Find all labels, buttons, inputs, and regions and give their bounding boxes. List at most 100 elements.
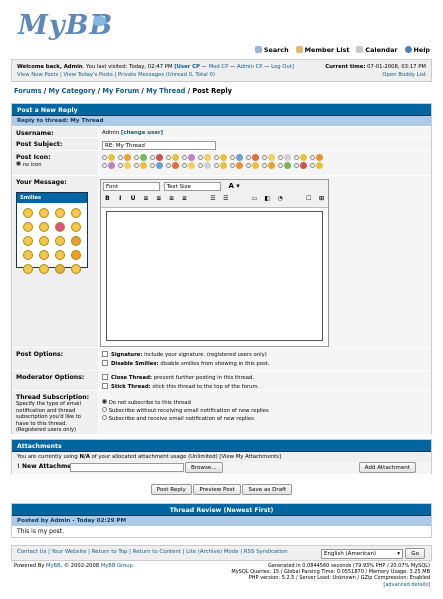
post-icon-radio[interactable] (182, 163, 187, 168)
save-draft-button[interactable]: Save as Draft (242, 484, 293, 495)
format-button[interactable]: U (129, 195, 138, 202)
smiley-icon[interactable] (71, 236, 81, 246)
crumb-thread[interactable]: My Thread (146, 87, 185, 95)
post-icon-radio[interactable] (278, 163, 283, 168)
member-list-link[interactable]: Member List (295, 46, 349, 54)
post-icon-radio[interactable] (294, 155, 299, 160)
smiley-icon[interactable] (23, 208, 33, 218)
post-icon-radio[interactable] (262, 155, 267, 160)
search-link[interactable]: Search (254, 46, 289, 54)
post-icon-radio[interactable] (246, 155, 251, 160)
smiley-icon[interactable] (23, 264, 33, 274)
format-button[interactable]: ☐ (304, 195, 313, 202)
smiley-icon[interactable] (55, 222, 65, 232)
smiley-icon[interactable] (71, 222, 81, 232)
footer-links[interactable]: Contact Us | Your Website | Return to To… (17, 549, 288, 555)
subscribe-no-email-radio[interactable] (102, 407, 107, 412)
format-button[interactable]: ≡ (180, 195, 189, 202)
admin-cp-link[interactable]: Admin CP (237, 64, 262, 70)
browse-button[interactable]: Browse... (185, 462, 223, 473)
post-reply-button[interactable]: Post Reply (150, 484, 192, 495)
no-subscribe-radio[interactable] (102, 399, 107, 404)
no-icon-radio[interactable] (16, 161, 21, 166)
post-icon-radio[interactable] (134, 155, 139, 160)
smiley-icon[interactable] (39, 264, 49, 274)
format-button[interactable]: ≡ (167, 195, 176, 202)
smiley-icon[interactable] (23, 222, 33, 232)
font-select[interactable]: Font (103, 182, 160, 191)
stick-thread-checkbox[interactable] (102, 383, 108, 389)
language-select[interactable]: English (American) ▾ (321, 549, 403, 559)
format-button[interactable]: ◧ (263, 195, 272, 202)
format-button[interactable]: ☰ (209, 195, 218, 202)
format-button[interactable]: ≡ (141, 195, 150, 202)
change-user-link[interactable]: [change user] (121, 130, 163, 136)
smiley-icon[interactable] (39, 208, 49, 218)
post-icon-radio[interactable] (278, 155, 283, 160)
post-icon-options[interactable] (99, 151, 431, 175)
format-button[interactable]: B (103, 195, 112, 202)
smiley-icon[interactable] (71, 208, 81, 218)
subject-input[interactable]: RE: My Thread (102, 141, 216, 150)
post-icon-radio[interactable] (150, 155, 155, 160)
post-icon-radio[interactable] (246, 163, 251, 168)
post-icon-radio[interactable] (310, 163, 315, 168)
post-icon-radio[interactable] (230, 163, 235, 168)
mod-cp-link[interactable]: Mod CP (209, 64, 229, 70)
post-icon-radio[interactable] (294, 163, 299, 168)
post-icon-radio[interactable] (214, 163, 219, 168)
signature-checkbox[interactable] (102, 351, 108, 357)
post-icon-radio[interactable] (198, 163, 203, 168)
mybb-group-link[interactable]: MyBB Group (101, 563, 133, 569)
text-color-icon[interactable]: A ▾ (228, 182, 239, 190)
format-button[interactable]: I (116, 195, 125, 202)
post-icon-radio[interactable] (150, 163, 155, 168)
disable-smilies-checkbox[interactable] (102, 360, 108, 366)
post-icon-radio[interactable] (102, 163, 107, 168)
smiley-icon[interactable] (39, 250, 49, 260)
post-icon-radio[interactable] (310, 155, 315, 160)
format-button[interactable]: ⊞ (317, 195, 326, 202)
format-button[interactable]: ◔ (276, 195, 285, 202)
post-icon-radio[interactable] (182, 155, 187, 160)
format-button[interactable]: ≡ (154, 195, 163, 202)
preview-post-button[interactable]: Preview Post (193, 484, 241, 495)
post-icon-radio[interactable] (118, 163, 123, 168)
smiley-icon[interactable] (39, 222, 49, 232)
attachment-file-input[interactable] (70, 463, 184, 472)
smiley-icon[interactable] (71, 264, 81, 274)
smiley-icon[interactable] (55, 264, 65, 274)
post-icon-radio[interactable] (166, 163, 171, 168)
post-icon-radio[interactable] (230, 155, 235, 160)
smiley-icon[interactable] (39, 236, 49, 246)
smiley-icon[interactable] (55, 208, 65, 218)
crumb-category[interactable]: My Category (49, 87, 96, 95)
post-icon-radio[interactable] (102, 155, 107, 160)
smiley-icon[interactable] (23, 236, 33, 246)
language-go-button[interactable]: Go (405, 548, 425, 559)
help-link[interactable]: Help (404, 46, 430, 54)
smiley-icon[interactable] (23, 250, 33, 260)
smiley-icon[interactable] (55, 236, 65, 246)
post-icon-radio[interactable] (134, 163, 139, 168)
smiley-icon[interactable] (55, 250, 65, 260)
format-button[interactable]: ☰ (221, 195, 230, 202)
smiley-icon[interactable] (71, 250, 81, 260)
message-textarea[interactable] (106, 211, 323, 341)
subscribe-email-radio[interactable] (102, 415, 107, 420)
crumb-forums[interactable]: Forums (14, 87, 42, 95)
advanced-details-link[interactable]: [advanced details] (383, 582, 430, 588)
post-icon-radio[interactable] (198, 155, 203, 160)
format-button[interactable]: ▭ (250, 195, 259, 202)
buddy-list-link[interactable]: Open Buddy List (382, 72, 426, 78)
post-icon-radio[interactable] (262, 163, 267, 168)
crumb-forum[interactable]: My Forum (102, 87, 139, 95)
mybb-link[interactable]: MyBB (46, 563, 61, 569)
calendar-link[interactable]: Calendar (356, 46, 398, 54)
size-select[interactable]: Text Size (163, 182, 221, 191)
post-icon-radio[interactable] (214, 155, 219, 160)
close-thread-checkbox[interactable] (102, 374, 108, 380)
logout-link[interactable]: Log Out] (271, 64, 294, 70)
user-cp-link[interactable]: [User CP (174, 64, 200, 70)
post-icon-radio[interactable] (118, 155, 123, 160)
